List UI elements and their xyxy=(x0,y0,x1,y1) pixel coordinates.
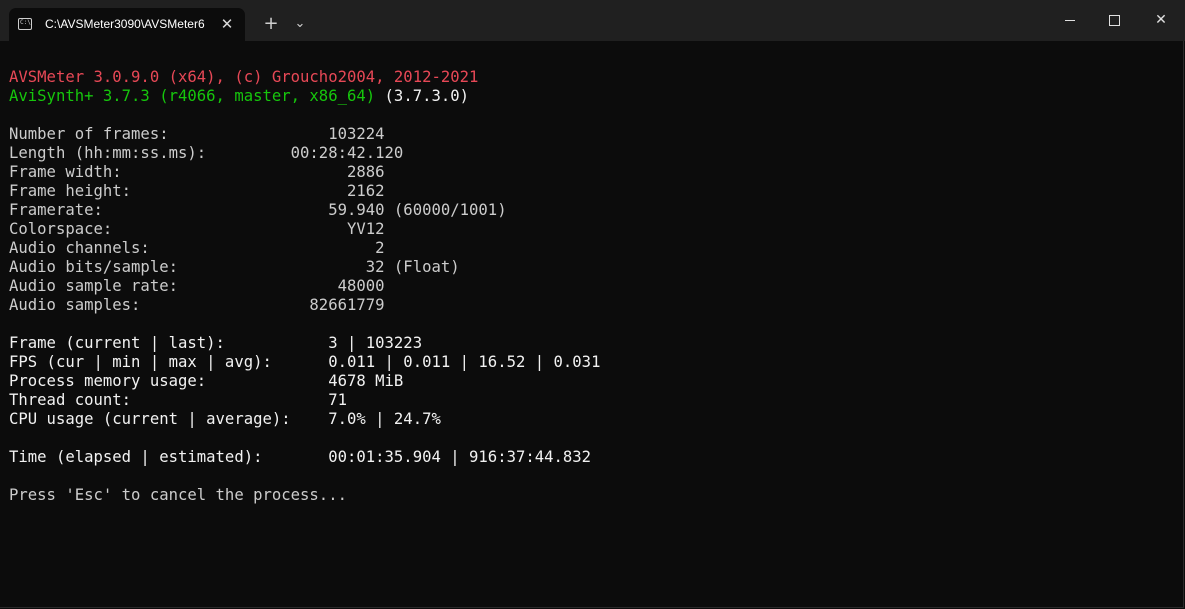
chevron-down-icon[interactable]: ⌄ xyxy=(291,9,309,39)
stats-line: Process memory usage: 4678 MiB xyxy=(9,372,404,390)
info-line: Audio channels: 2 xyxy=(9,239,385,257)
info-line: Audio sample rate: 48000 xyxy=(9,277,385,295)
terminal-output[interactable]: AVSMeter 3.0.9.0 (x64), (c) Groucho2004,… xyxy=(9,68,1179,505)
avisynth-version-text: AviSynth+ 3.7.3 (r4066, master, x86_64) xyxy=(9,87,376,105)
info-line: Framerate: 59.940 (60000/1001) xyxy=(9,201,507,219)
info-line: Colorspace: YV12 xyxy=(9,220,385,238)
avisynth-version-number: (3.7.3.0) xyxy=(375,87,470,105)
minimize-icon xyxy=(1065,19,1075,21)
time-line: Time (elapsed | estimated): 00:01:35.904… xyxy=(9,448,592,466)
maximize-button[interactable] xyxy=(1091,0,1137,41)
header-line: AVSMeter 3.0.9.0 (x64), (c) Groucho2004,… xyxy=(9,68,479,86)
window-close-button[interactable]: ✕ xyxy=(1138,0,1184,41)
info-line: Audio samples: 82661779 xyxy=(9,296,385,314)
info-line: Frame width: 2886 xyxy=(9,163,385,181)
prompt-line: Press 'Esc' to cancel the process... xyxy=(9,486,347,504)
info-line: Length (hh:mm:ss.ms): 00:28:42.120 xyxy=(9,144,404,162)
terminal-icon: C:\ xyxy=(18,18,32,30)
minimize-button[interactable] xyxy=(1047,0,1093,41)
new-tab-button[interactable]: + xyxy=(260,9,282,39)
avisynth-version-line: AviSynth+ 3.7.3 (r4066, master, x86_64) … xyxy=(9,87,1179,106)
title-bar: C:\ C:\AVSMeter3090\AVSMeter6 ✕ + ⌄ ✕ xyxy=(0,0,1185,41)
stats-line: FPS (cur | min | max | avg): 0.011 | 0.0… xyxy=(9,353,601,371)
info-line: Frame height: 2162 xyxy=(9,182,385,200)
tab-terminal[interactable]: C:\ C:\AVSMeter3090\AVSMeter6 ✕ xyxy=(9,8,245,41)
info-line: Number of frames: 103224 xyxy=(9,125,385,143)
stats-line: CPU usage (current | average): 7.0% | 24… xyxy=(9,410,441,428)
tab-close-icon[interactable]: ✕ xyxy=(219,16,235,32)
info-line: Audio bits/sample: 32 (Float) xyxy=(9,258,460,276)
tab-title: C:\AVSMeter3090\AVSMeter6 xyxy=(45,17,205,31)
stats-line: Thread count: 71 xyxy=(9,391,347,409)
maximize-icon xyxy=(1108,14,1120,26)
stats-line: Frame (current | last): 3 | 103223 xyxy=(9,334,423,352)
